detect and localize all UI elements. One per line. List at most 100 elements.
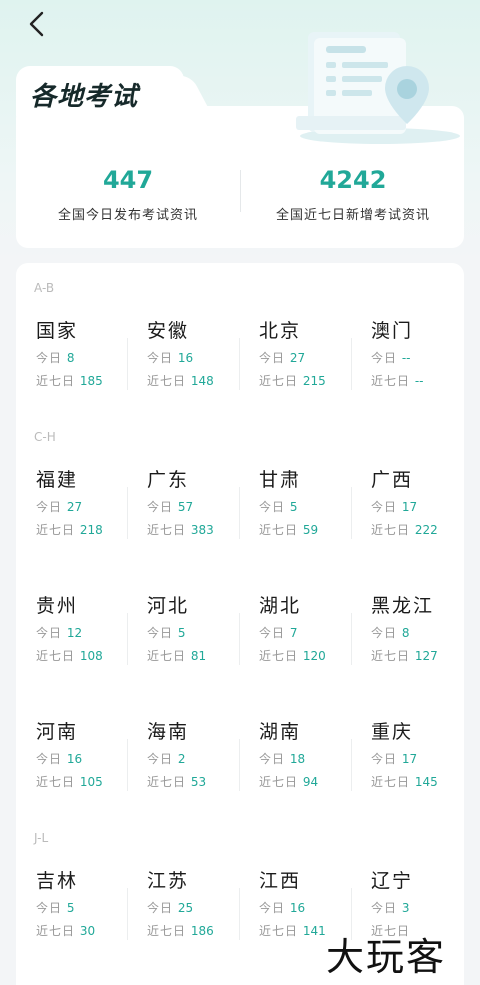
region-name: 河南 xyxy=(36,721,79,743)
region-name: 江苏 xyxy=(147,870,190,892)
region-name: 湖南 xyxy=(259,721,302,743)
today-count: 今日 2 xyxy=(147,752,186,766)
stat-today-label: 全国今日发布考试资讯 xyxy=(57,208,198,223)
week-count: 近七日 148 xyxy=(147,374,214,388)
today-count: 今日 12 xyxy=(36,626,83,640)
cell-divider xyxy=(351,338,352,390)
week-count: 近七日 108 xyxy=(36,649,103,663)
region-name: 重庆 xyxy=(371,721,414,743)
week-count: 近七日 222 xyxy=(371,523,438,537)
week-count: 近七日 383 xyxy=(147,523,214,537)
document-location-illustration xyxy=(296,32,460,144)
group-letter-j-l: J-L xyxy=(34,831,49,845)
region-name: 海南 xyxy=(147,721,190,743)
today-count: 今日 8 xyxy=(371,626,410,640)
stat-today: 447 全国今日发布考试资讯 xyxy=(28,166,228,223)
region-item-heilongjiang[interactable]: 黑龙江 今日 8 近七日 127 xyxy=(371,591,480,691)
cell-divider xyxy=(239,888,240,940)
stat-week: 4242 全国近七日新增考试资讯 xyxy=(248,166,458,223)
region-item-henan[interactable]: 河南 今日 16 近七日 105 xyxy=(36,717,148,817)
week-count: 近七日 105 xyxy=(36,775,103,789)
region-name: 贵州 xyxy=(36,595,79,617)
today-count: 今日 25 xyxy=(147,901,194,915)
today-count: 今日 5 xyxy=(147,626,186,640)
cell-divider xyxy=(239,613,240,665)
region-item-guizhou[interactable]: 贵州 今日 12 近七日 108 xyxy=(36,591,148,691)
stat-week-value: 4242 xyxy=(319,166,387,194)
cell-divider xyxy=(351,487,352,539)
today-count: 今日 16 xyxy=(259,901,306,915)
group-letter-c-h: C-H xyxy=(34,430,56,444)
region-name: 黑龙江 xyxy=(371,595,435,617)
region-item-guangdong[interactable]: 广东 今日 57 近七日 383 xyxy=(147,465,259,565)
region-item-aomen[interactable]: 澳门 今日 -- 近七日 -- xyxy=(371,316,480,416)
today-count: 今日 7 xyxy=(259,626,298,640)
region-item-guojia[interactable]: 国家 今日 8 近七日 185 xyxy=(36,316,148,416)
region-name: 广东 xyxy=(147,469,190,491)
week-count: 近七日 145 xyxy=(371,775,438,789)
stat-divider xyxy=(240,170,241,212)
region-item-chongqing[interactable]: 重庆 今日 17 近七日 145 xyxy=(371,717,480,817)
region-item-jilin[interactable]: 吉林 今日 5 近七日 30 xyxy=(36,866,148,966)
today-count: 今日 27 xyxy=(259,351,306,365)
week-count: 近七日 215 xyxy=(259,374,326,388)
region-name: 湖北 xyxy=(259,595,302,617)
week-count: 近七日 185 xyxy=(36,374,103,388)
region-name: 辽宁 xyxy=(371,870,414,892)
region-name: 甘肃 xyxy=(259,469,302,491)
today-count: 今日 5 xyxy=(259,500,298,514)
region-item-guangxi[interactable]: 广西 今日 17 近七日 222 xyxy=(371,465,480,565)
region-name: 吉林 xyxy=(36,870,79,892)
week-count: 近七日 186 xyxy=(147,924,214,938)
region-name: 澳门 xyxy=(371,320,414,342)
region-item-anhui[interactable]: 安徽 今日 16 近七日 148 xyxy=(147,316,259,416)
week-count: 近七日 218 xyxy=(36,523,103,537)
week-count: 近七日 141 xyxy=(259,924,326,938)
today-count: 今日 57 xyxy=(147,500,194,514)
cell-divider xyxy=(127,487,128,539)
region-item-fujian[interactable]: 福建 今日 27 近七日 218 xyxy=(36,465,148,565)
region-item-hubei[interactable]: 湖北 今日 7 近七日 120 xyxy=(259,591,371,691)
today-count: 今日 -- xyxy=(371,351,411,365)
week-count: 近七日 30 xyxy=(36,924,96,938)
today-count: 今日 17 xyxy=(371,500,418,514)
week-count: 近七日 -- xyxy=(371,374,424,388)
chevron-left-icon xyxy=(29,11,44,37)
region-item-hunan[interactable]: 湖南 今日 18 近七日 94 xyxy=(259,717,371,817)
cell-divider xyxy=(127,739,128,791)
region-name: 广西 xyxy=(371,469,414,491)
region-item-jiangsu[interactable]: 江苏 今日 25 近七日 186 xyxy=(147,866,259,966)
region-name: 江西 xyxy=(259,870,302,892)
week-count: 近七日 53 xyxy=(147,775,207,789)
region-item-beijing[interactable]: 北京 今日 27 近七日 215 xyxy=(259,316,371,416)
region-name: 国家 xyxy=(36,320,79,342)
cell-divider xyxy=(351,739,352,791)
today-count: 今日 5 xyxy=(36,901,75,915)
region-name: 福建 xyxy=(36,469,79,491)
region-item-hainan[interactable]: 海南 今日 2 近七日 53 xyxy=(147,717,259,817)
page-title: 各地考试 xyxy=(30,82,139,112)
region-item-gansu[interactable]: 甘肃 今日 5 近七日 59 xyxy=(259,465,371,565)
week-count: 近七日 59 xyxy=(259,523,319,537)
week-count: 近七日 94 xyxy=(259,775,319,789)
region-name: 河北 xyxy=(147,595,190,617)
cell-divider xyxy=(239,338,240,390)
today-count: 今日 16 xyxy=(147,351,194,365)
region-name: 北京 xyxy=(259,320,302,342)
watermark: 大玩客 xyxy=(326,935,447,979)
today-count: 今日 27 xyxy=(36,500,83,514)
back-button[interactable] xyxy=(22,8,50,40)
today-count: 今日 16 xyxy=(36,752,83,766)
cell-divider xyxy=(239,487,240,539)
stat-week-label: 全国近七日新增考试资讯 xyxy=(275,208,430,223)
cell-divider xyxy=(351,613,352,665)
stat-today-value: 447 xyxy=(102,166,154,194)
today-count: 今日 3 xyxy=(371,901,410,915)
region-name: 安徽 xyxy=(147,320,190,342)
region-item-hebei[interactable]: 河北 今日 5 近七日 81 xyxy=(147,591,259,691)
today-count: 今日 8 xyxy=(36,351,75,365)
today-count: 今日 17 xyxy=(371,752,418,766)
cell-divider xyxy=(127,613,128,665)
cell-divider xyxy=(127,338,128,390)
week-count: 近七日 127 xyxy=(371,649,438,663)
